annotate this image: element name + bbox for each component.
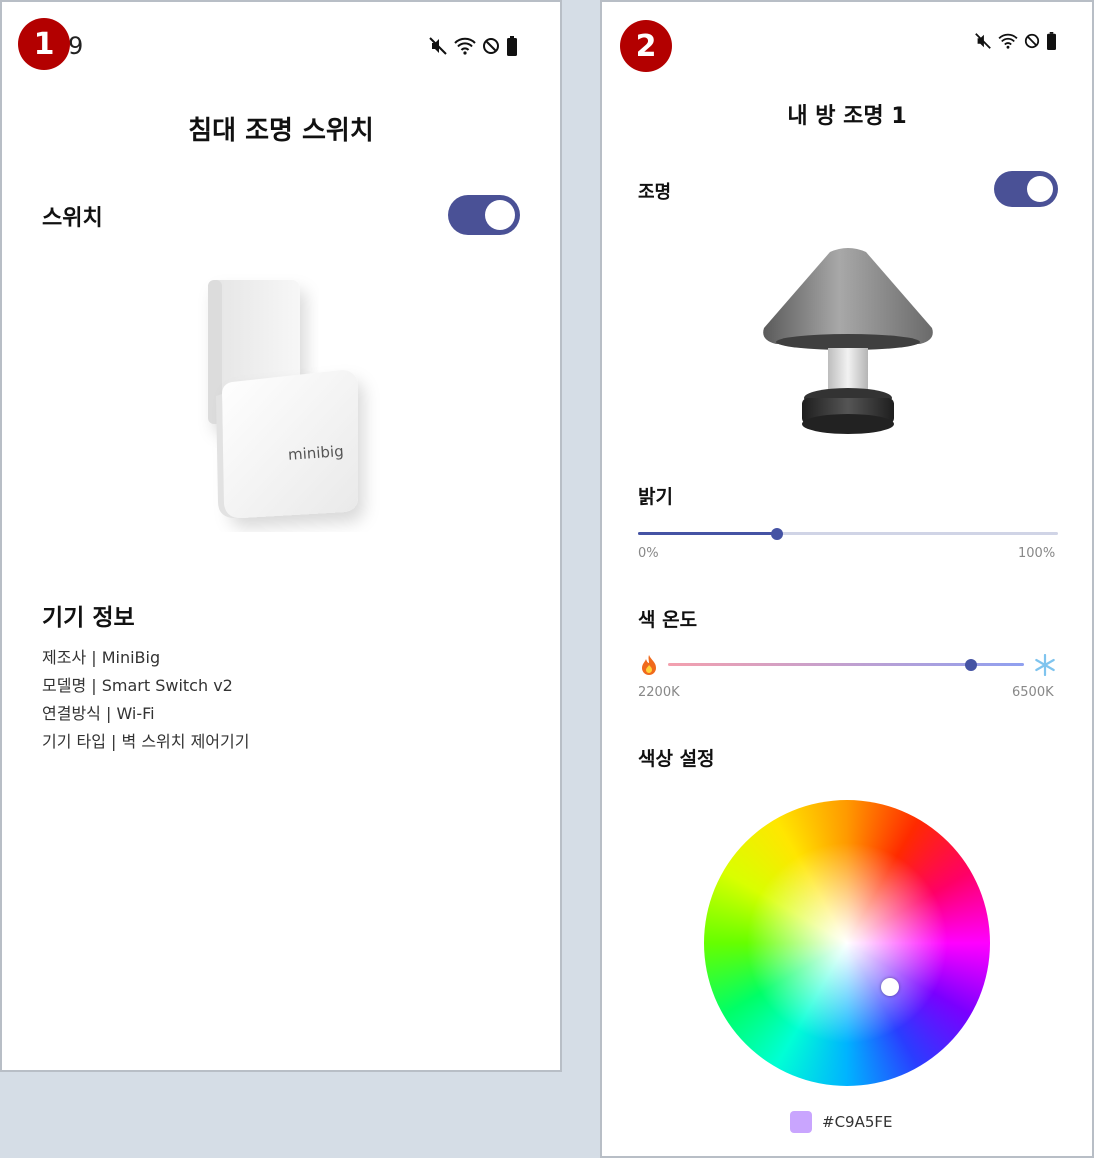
screen-my-room-light: 2 내 방 조명 1 조명 밝기 0% 100% 색 온도 2200K 6500… <box>600 0 1094 1158</box>
step-badge-1: 1 <box>18 18 70 70</box>
battery-icon <box>507 36 517 56</box>
device-image <box>208 280 358 518</box>
toggle-knob <box>485 200 515 230</box>
switch-toggle[interactable] <box>448 195 520 235</box>
selected-color-hex: #C9A5FE <box>822 1113 893 1131</box>
brightness-label: 밝기 <box>638 486 673 508</box>
page-title: 침대 조명 스위치 <box>188 116 374 146</box>
light-toggle[interactable] <box>994 171 1058 207</box>
snowflake-icon <box>1035 654 1055 676</box>
brightness-min-label: 0% <box>638 546 659 561</box>
info-model: 모델명 | Smart Switch v2 <box>42 676 233 695</box>
color-temp-label: 색 온도 <box>638 609 698 631</box>
do-not-disturb-icon <box>1024 33 1040 49</box>
light-label: 조명 <box>638 182 672 203</box>
status-icons <box>974 32 1057 50</box>
color-picker-handle[interactable] <box>881 978 899 996</box>
brightness-max-label: 100% <box>1018 546 1056 561</box>
step-badge-2: 2 <box>620 20 672 72</box>
lamp-image <box>763 248 933 434</box>
color-temp-max-label: 6500K <box>1012 685 1054 700</box>
screen-bed-light-switch: 9 1 침대 조명 스위치 스위치 minibig 기기 정보 제조사 | Mi… <box>0 0 562 1072</box>
color-temp-min-label: 2200K <box>638 685 680 700</box>
wifi-icon <box>454 37 476 55</box>
color-wheel[interactable] <box>704 800 990 1086</box>
mute-icon <box>975 33 991 49</box>
status-time: 9 <box>68 32 84 60</box>
brightness-thumb[interactable] <box>770 528 783 540</box>
info-manufacturer: 제조사 | MiniBig <box>42 648 161 667</box>
info-connection: 연결방식 | Wi-Fi <box>42 704 155 723</box>
color-setting-label: 색상 설정 <box>638 748 715 770</box>
battery-icon <box>1047 32 1056 50</box>
wifi-icon <box>998 33 1018 49</box>
page-title: 내 방 조명 1 <box>787 104 907 129</box>
do-not-disturb-icon <box>483 38 499 54</box>
toggle-knob <box>1027 176 1053 202</box>
brightness-fill <box>638 532 777 535</box>
switch-label: 스위치 <box>42 206 103 231</box>
device-info-title: 기기 정보 <box>42 605 135 631</box>
mute-icon <box>429 37 447 55</box>
selected-color-swatch <box>790 1111 812 1133</box>
status-icons <box>428 36 518 56</box>
info-device-type: 기기 타입 | 벽 스위치 제어기기 <box>42 732 250 751</box>
fire-icon <box>642 655 656 675</box>
color-temp-thumb[interactable] <box>964 659 977 671</box>
